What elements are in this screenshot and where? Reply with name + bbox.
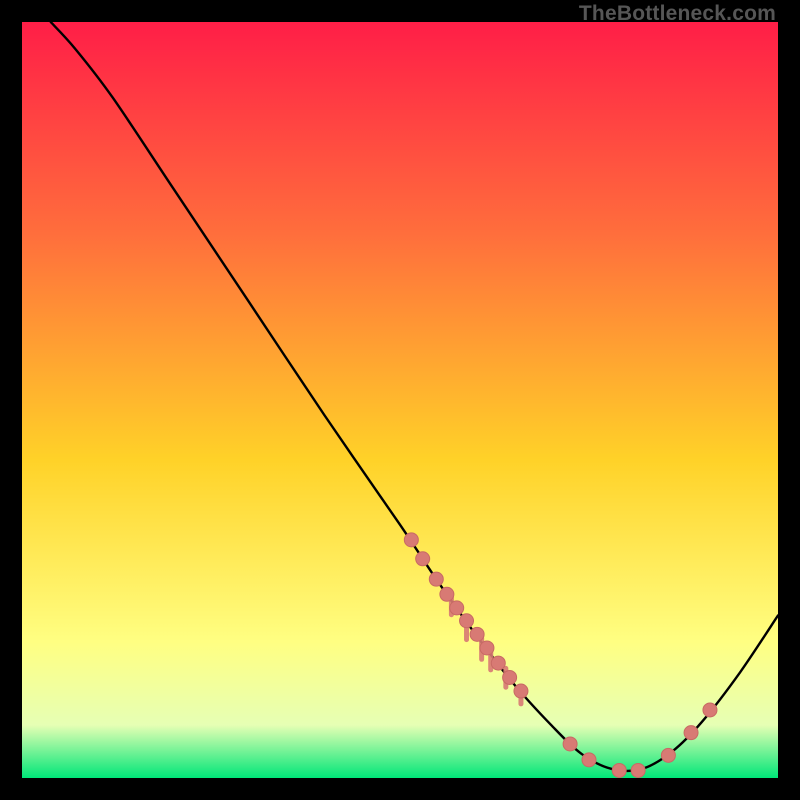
data-marker <box>480 641 494 655</box>
data-marker <box>612 763 626 777</box>
data-marker <box>684 726 698 740</box>
data-marker <box>503 670 517 684</box>
data-marker <box>460 614 474 628</box>
data-marker <box>404 533 418 547</box>
data-marker <box>563 737 577 751</box>
watermark-text: TheBottleneck.com <box>579 2 776 26</box>
bottleneck-chart <box>22 22 778 778</box>
data-marker <box>440 587 454 601</box>
data-marker <box>429 572 443 586</box>
data-marker <box>416 552 430 566</box>
gradient-background <box>22 22 778 778</box>
data-marker <box>631 763 645 777</box>
data-marker <box>582 753 596 767</box>
data-marker <box>703 703 717 717</box>
data-marker <box>470 627 484 641</box>
data-marker <box>491 656 505 670</box>
chart-frame <box>22 22 778 778</box>
data-marker <box>450 601 464 615</box>
data-marker <box>514 684 528 698</box>
data-marker <box>661 748 675 762</box>
